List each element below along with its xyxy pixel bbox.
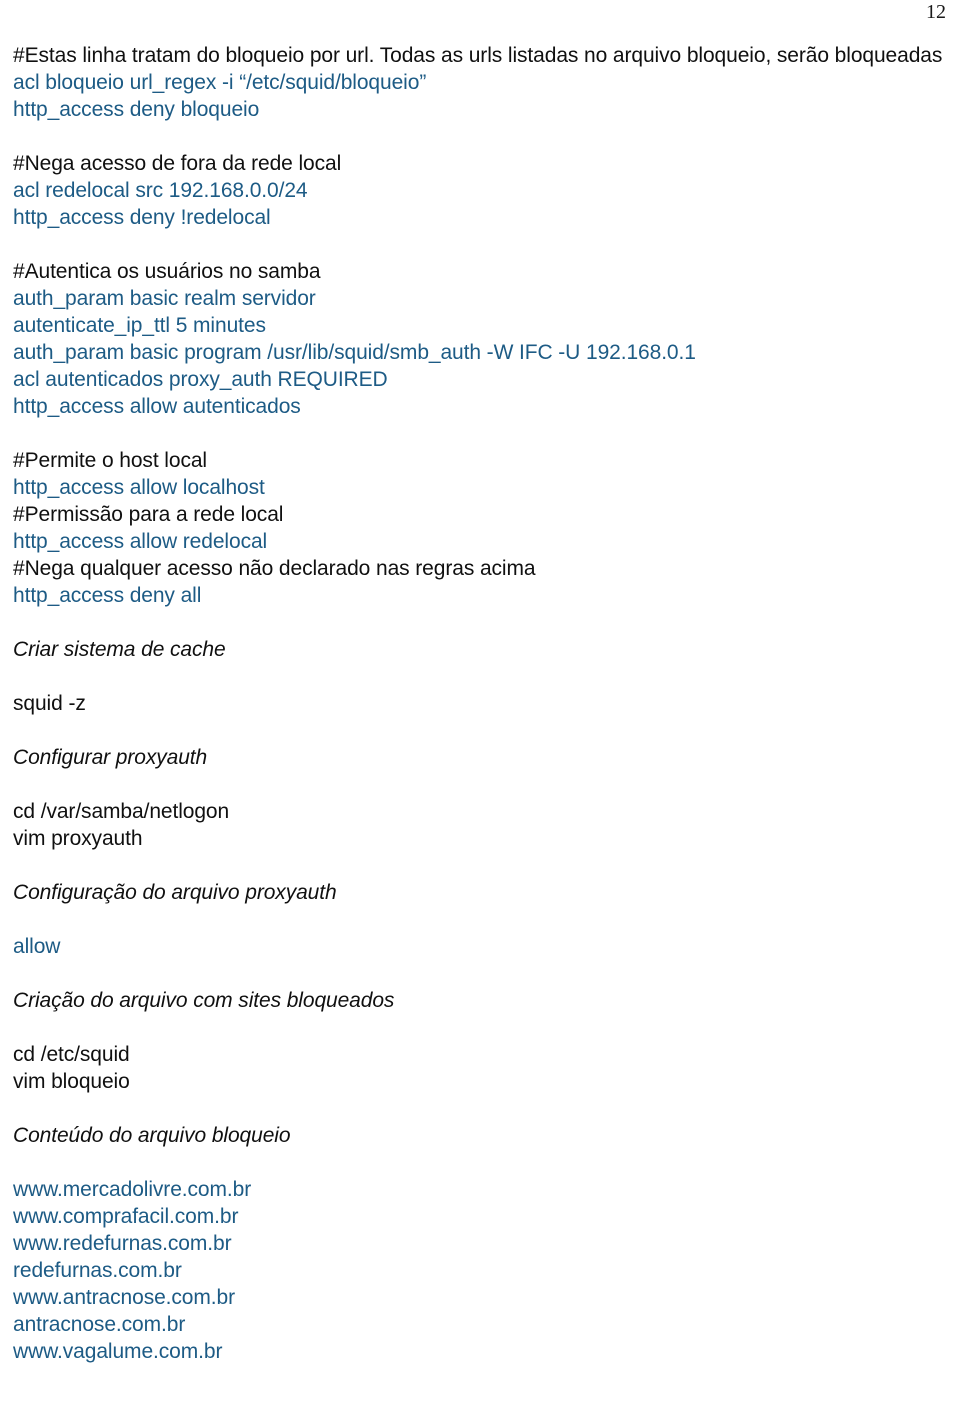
config-code-line: autenticate_ip_ttl 5 minutes bbox=[13, 314, 266, 337]
config-comment-line: #Permissão para a rede local bbox=[13, 503, 284, 526]
section-heading: Configurar proxyauth bbox=[13, 746, 208, 769]
config-comment-line: #Estas linha tratam do bloqueio por url.… bbox=[13, 44, 943, 67]
config-code-line: http_access deny !redelocal bbox=[13, 206, 271, 229]
config-code-line: acl redelocal src 192.168.0.0/24 bbox=[13, 179, 308, 202]
section-heading: Criar sistema de cache bbox=[13, 638, 226, 661]
config-code-line: http_access allow localhost bbox=[13, 476, 265, 499]
config-code-line: http_access allow autenticados bbox=[13, 395, 301, 418]
config-code-line: www.antracnose.com.br bbox=[13, 1286, 235, 1309]
command-line: cd /etc/squid bbox=[13, 1043, 130, 1066]
config-code-line: www.mercadolivre.com.br bbox=[13, 1178, 252, 1201]
config-comment-line: #Permite o host local bbox=[13, 449, 207, 472]
document-page: 12 #Estas linha tratam do bloqueio por u… bbox=[0, 0, 960, 1415]
config-comment-line: #Nega qualquer acesso não declarado nas … bbox=[13, 557, 536, 580]
config-code-line: http_access deny bloqueio bbox=[13, 98, 260, 121]
config-code-line: allow bbox=[13, 935, 61, 958]
config-code-line: www.vagalume.com.br bbox=[13, 1340, 223, 1363]
section-heading: Criação do arquivo com sites bloqueados bbox=[13, 989, 395, 1012]
command-line: cd /var/samba/netlogon bbox=[13, 800, 230, 823]
document-body: #Estas linha tratam do bloqueio por url.… bbox=[13, 42, 950, 1365]
config-code-line: auth_param basic program /usr/lib/squid/… bbox=[13, 341, 696, 364]
config-code-line: http_access allow redelocal bbox=[13, 530, 268, 553]
config-comment-line: #Nega acesso de fora da rede local bbox=[13, 152, 342, 175]
section-heading: Configuração do arquivo proxyauth bbox=[13, 881, 337, 904]
config-code-line: auth_param basic realm servidor bbox=[13, 287, 316, 310]
page-number: 12 bbox=[926, 1, 946, 23]
config-code-line: acl autenticados proxy_auth REQUIRED bbox=[13, 368, 388, 391]
config-comment-line: #Autentica os usuários no samba bbox=[13, 260, 321, 283]
command-line: vim proxyauth bbox=[13, 827, 143, 850]
config-code-line: redefurnas.com.br bbox=[13, 1259, 182, 1282]
config-code-line: antracnose.com.br bbox=[13, 1313, 186, 1336]
command-line: vim bloqueio bbox=[13, 1070, 130, 1093]
config-code-line: acl bloqueio url_regex -i “/etc/squid/bl… bbox=[13, 71, 427, 94]
config-code-line: http_access deny all bbox=[13, 584, 202, 607]
section-heading: Conteúdo do arquivo bloqueio bbox=[13, 1124, 291, 1147]
config-code-line: www.redefurnas.com.br bbox=[13, 1232, 232, 1255]
config-code-line: www.comprafacil.com.br bbox=[13, 1205, 239, 1228]
command-line: squid -z bbox=[13, 692, 86, 715]
